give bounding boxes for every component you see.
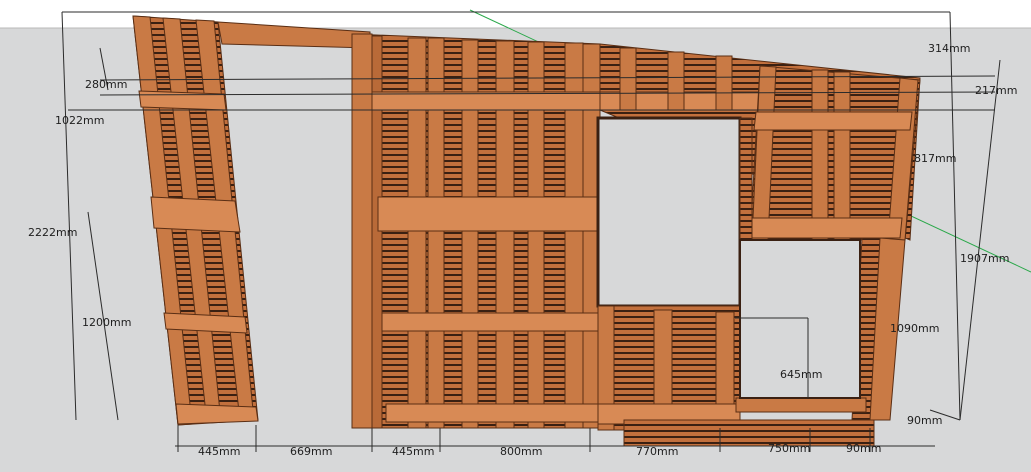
dim-750: 750mm (768, 442, 810, 455)
dim-669: 669mm (290, 445, 332, 458)
dim-314: 314mm (928, 42, 970, 55)
dim-445-mid: 445mm (392, 445, 434, 458)
dim-90-right: 90mm (907, 414, 942, 427)
dim-1200: 1200mm (82, 316, 131, 329)
dim-top-280: 280mm (85, 78, 127, 91)
pallet-wall-diagram: 2222mm 280mm 1022mm 1200mm 445mm 669mm 4… (0, 0, 1031, 472)
dim-770: 770mm (636, 445, 678, 458)
dim-645: 645mm (780, 368, 822, 381)
window-opening (596, 116, 753, 315)
dim-total-height: 2222mm (28, 226, 77, 239)
dim-445-left: 445mm (198, 445, 240, 458)
dim-817: 817mm (914, 152, 956, 165)
dim-1907: 1907mm (960, 252, 1009, 265)
dim-90-bottom: 90mm (846, 442, 881, 455)
dim-1022: 1022mm (55, 114, 104, 127)
dim-217: 217mm (975, 84, 1017, 97)
dim-800: 800mm (500, 445, 542, 458)
dim-1090: 1090mm (890, 322, 939, 335)
